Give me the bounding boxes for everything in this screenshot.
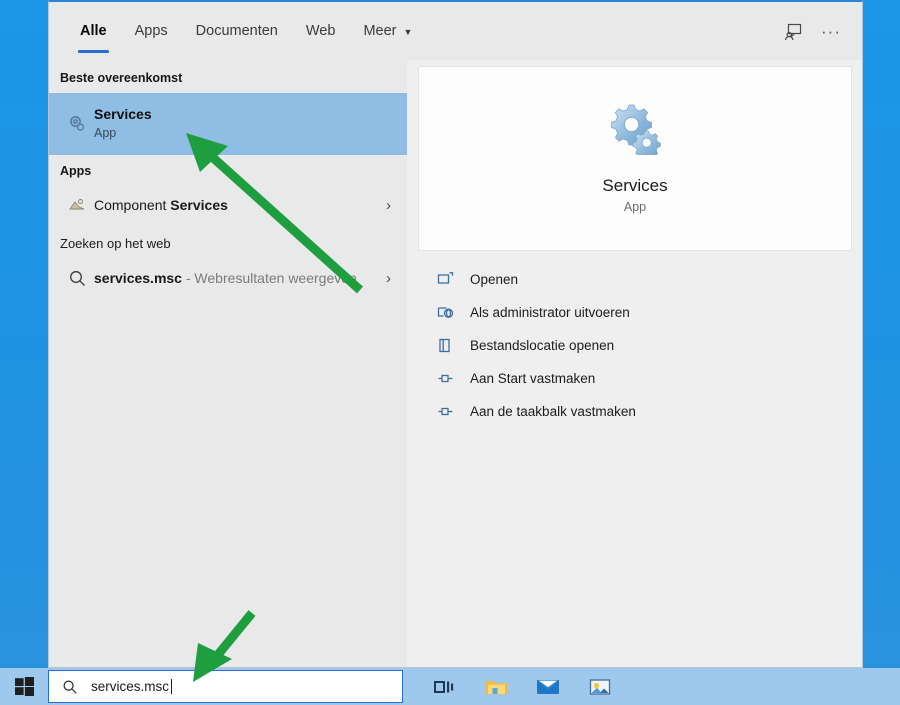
taskbar-icons [432,675,612,699]
shield-window-icon [437,304,470,321]
tab-alle[interactable]: Alle [66,2,121,60]
more-options-button[interactable]: ··· [814,14,848,48]
tab-apps[interactable]: Apps [121,2,182,60]
tab-meer-label: Meer [363,23,397,39]
chevron-down-icon: ▼ [403,27,413,37]
pin-icon [437,403,470,420]
component-services-icon [60,196,94,214]
pin-icon [437,370,470,387]
mail-icon [536,679,560,694]
action-label: Als administrator uitvoeren [470,305,630,320]
section-heading-web-search: Zoeken op het web [60,236,171,251]
preview-app-kind: App [623,200,647,214]
preview-column: Services App Openen Als administrator ui… [407,60,862,667]
more-options-icon: ··· [821,21,841,41]
result-title: Services [94,106,152,123]
tab-bar-actions: ··· [776,14,862,48]
taskbar-search-box[interactable]: services.msc [48,670,403,703]
taskbar: services.msc [0,668,900,705]
tab-web[interactable]: Web [292,2,350,60]
open-window-icon [437,271,470,288]
result-subtitle: App [94,126,117,141]
tab-apps-label: Apps [134,23,168,39]
microsoft-store-icon [589,678,611,695]
action-label: Aan Start vastmaken [470,371,596,386]
task-view-button[interactable] [432,675,456,699]
file-explorer-button[interactable] [484,675,508,699]
section-heading-best-match: Beste overeenkomst [60,71,183,85]
tab-bar: Alle Apps Documenten Web Meer ▼ ··· [49,2,862,60]
action-aan-de-taakbalk-vastmaken[interactable]: Aan de taakbalk vastmaken [437,395,852,428]
tab-web-label: Web [305,23,336,39]
preview-app-name: Services [602,176,668,195]
tab-documenten[interactable]: Documenten [182,2,292,60]
search-input-value[interactable]: services.msc [91,679,173,694]
action-aan-start-vastmaken[interactable]: Aan Start vastmaken [437,362,852,395]
microsoft-store-button[interactable] [588,675,612,699]
tab-alle-label: Alle [80,23,107,39]
action-bestandslocatie-openen[interactable]: Bestandslocatie openen [437,329,852,362]
action-openen[interactable]: Openen [437,263,852,296]
feedback-icon [784,23,801,40]
section-heading-apps: Apps [60,164,92,178]
result-row-services-best-match[interactable]: Services App [49,93,407,155]
feedback-button[interactable] [776,14,810,48]
services-gear-large-icon [607,103,663,160]
mail-button[interactable] [536,675,560,699]
action-als-administrator-uitvoeren[interactable]: Als administrator uitvoeren [437,296,852,329]
result-row-web-search[interactable]: services.msc - Webresultaten weergeven › [49,259,407,297]
app-actions-list: Openen Als administrator uitvoeren Besta… [418,251,852,428]
action-label: Aan de taakbalk vastmaken [470,404,636,419]
app-preview-card: Services App [418,66,852,251]
action-label: Bestandslocatie openen [470,338,615,353]
action-label: Openen [470,272,519,287]
web-suffix-text: - Webresultaten weergeven [181,270,357,286]
result-text: Services App [94,105,152,143]
chevron-right-icon[interactable]: › [386,197,397,214]
results-column: Beste overeenkomst Services App Apps Com… [49,60,407,667]
result-label: Component Services [94,197,228,213]
start-windows-icon [14,677,34,696]
services-gear-icon [60,113,94,135]
search-icon [62,679,78,695]
result-label-prefix: Component [94,197,171,213]
tab-documenten-label: Documenten [195,23,278,39]
chevron-right-icon[interactable]: › [386,270,397,287]
web-query-text: services.msc [94,270,182,286]
search-flyout: Alle Apps Documenten Web Meer ▼ ··· Best… [48,0,863,668]
flyout-content: Beste overeenkomst Services App Apps Com… [49,60,862,667]
start-button[interactable] [0,668,48,705]
open-folder-icon [437,337,470,354]
task-view-icon [434,680,454,693]
result-label: services.msc - Webresultaten weergeven [94,270,357,286]
tab-meer[interactable]: Meer ▼ [349,2,426,60]
result-label-match: Services [170,197,228,213]
result-row-component-services[interactable]: Component Services › [49,186,407,224]
file-explorer-icon [485,680,507,694]
search-icon [60,269,94,288]
